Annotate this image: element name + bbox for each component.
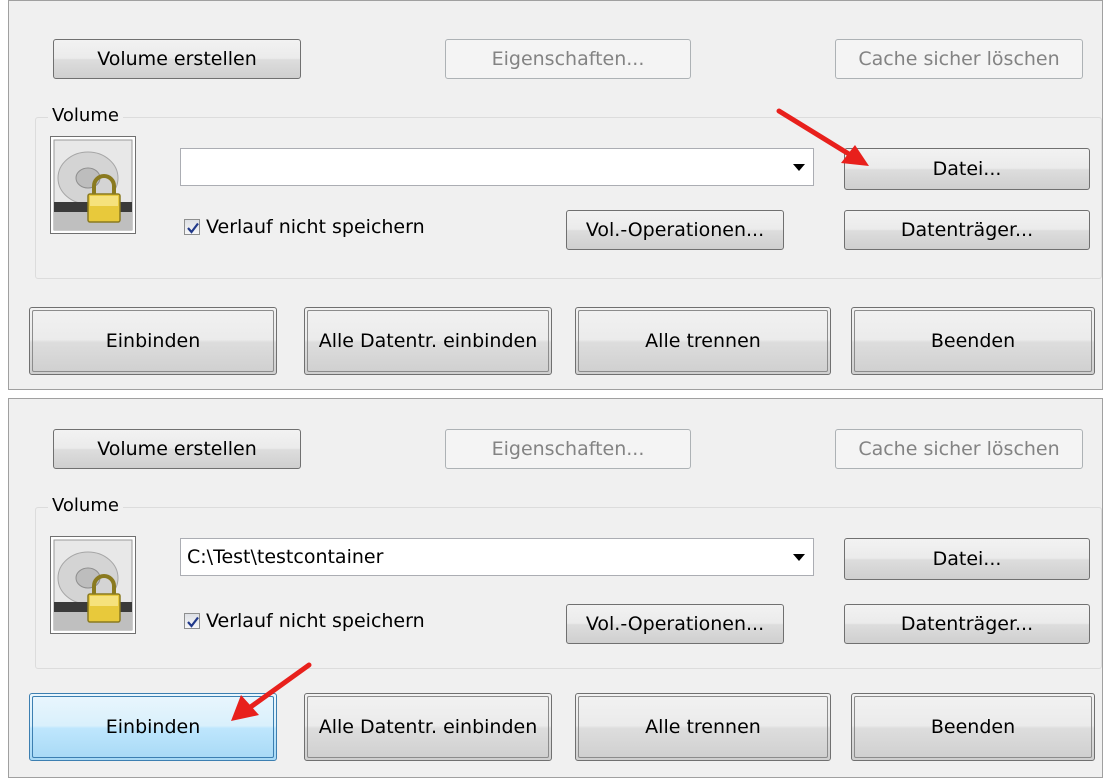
create-volume-button[interactable]: Volume erstellen bbox=[53, 429, 301, 469]
properties-button[interactable]: Eigenschaften... bbox=[445, 39, 691, 79]
never-save-history-row[interactable]: Verlauf nicht speichern bbox=[184, 216, 425, 238]
never-save-history-label: Verlauf nicht speichern bbox=[206, 216, 425, 238]
create-volume-label: Volume erstellen bbox=[97, 438, 257, 460]
file-button[interactable]: Datei... bbox=[844, 538, 1090, 580]
volume-group: Volume C:\Test\testcontainer Verlauf nic… bbox=[35, 495, 1102, 669]
mount-button[interactable]: Einbinden bbox=[29, 693, 277, 761]
devices-button[interactable]: Datenträger... bbox=[844, 604, 1090, 644]
volume-path-value: C:\Test\testcontainer bbox=[187, 546, 384, 568]
create-volume-button[interactable]: Volume erstellen bbox=[53, 39, 301, 79]
exit-button[interactable]: Beenden bbox=[851, 693, 1095, 761]
dropdown-arrow-icon[interactable] bbox=[793, 164, 805, 171]
volume-path-combobox[interactable] bbox=[180, 148, 814, 186]
dismount-all-button[interactable]: Alle trennen bbox=[575, 307, 831, 375]
file-button[interactable]: Datei... bbox=[844, 148, 1090, 190]
dropdown-arrow-icon[interactable] bbox=[793, 554, 805, 561]
dismount-all-button[interactable]: Alle trennen bbox=[575, 693, 831, 761]
vol-operations-button[interactable]: Vol.-Operationen... bbox=[566, 210, 784, 250]
never-save-history-row[interactable]: Verlauf nicht speichern bbox=[184, 610, 425, 632]
drive-lock-icon[interactable] bbox=[50, 136, 136, 234]
vol-operations-button[interactable]: Vol.-Operationen... bbox=[566, 604, 784, 644]
volume-path-combobox[interactable]: C:\Test\testcontainer bbox=[180, 538, 814, 576]
properties-button[interactable]: Eigenschaften... bbox=[445, 429, 691, 469]
checkbox-checked-icon[interactable] bbox=[184, 219, 200, 235]
mount-button[interactable]: Einbinden bbox=[29, 307, 277, 375]
drive-lock-icon[interactable] bbox=[50, 536, 136, 634]
volume-group-label: Volume bbox=[48, 495, 123, 516]
exit-button[interactable]: Beenden bbox=[851, 307, 1095, 375]
wipe-cache-button[interactable]: Cache sicher löschen bbox=[835, 429, 1083, 469]
wipe-cache-button[interactable]: Cache sicher löschen bbox=[835, 39, 1083, 79]
checkbox-checked-icon[interactable] bbox=[184, 613, 200, 629]
truecrypt-main-panel-1: Volume erstellen Eigenschaften... Cache … bbox=[8, 0, 1103, 390]
volume-group: Volume Verlauf nicht speichern Datei... … bbox=[35, 105, 1102, 279]
truecrypt-main-panel-2: Volume erstellen Eigenschaften... Cache … bbox=[8, 398, 1103, 778]
auto-mount-button[interactable]: Alle Datentr. einbinden bbox=[304, 693, 552, 761]
devices-button[interactable]: Datenträger... bbox=[844, 210, 1090, 250]
volume-group-label: Volume bbox=[48, 105, 123, 126]
auto-mount-button[interactable]: Alle Datentr. einbinden bbox=[304, 307, 552, 375]
never-save-history-label: Verlauf nicht speichern bbox=[206, 610, 425, 632]
